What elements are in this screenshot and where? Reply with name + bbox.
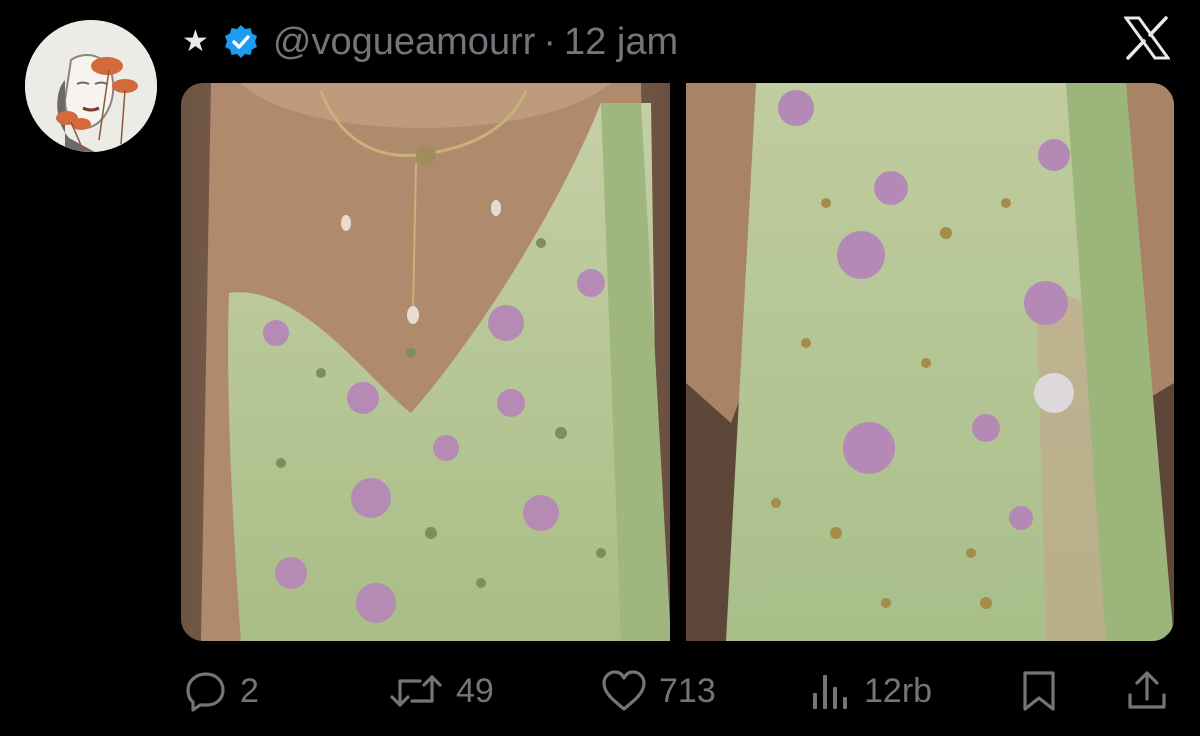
bookmark-icon	[1023, 671, 1055, 711]
reply-count: 2	[240, 671, 259, 710]
avatar-illustration	[25, 20, 157, 152]
share-icon	[1128, 671, 1166, 709]
separator-dot: ·	[543, 20, 557, 63]
share-button[interactable]	[1125, 660, 1169, 722]
author-handle[interactable]: @vogueamourr	[273, 21, 535, 64]
post-media[interactable]	[181, 83, 1174, 641]
x-logo-icon	[1123, 16, 1171, 60]
photo-bodice[interactable]	[181, 83, 670, 641]
repost-count: 49	[456, 671, 494, 710]
reply-button[interactable]: 2	[184, 660, 259, 722]
action-bar: 2 49 713 12rb	[0, 660, 1200, 722]
like-button[interactable]: 713	[601, 660, 716, 722]
post-header: ★ @vogueamourr · 12 jam	[182, 20, 678, 64]
heart-icon	[602, 670, 646, 711]
star-icon: ★	[182, 25, 209, 58]
repost-button[interactable]: 49	[388, 660, 494, 722]
analytics-icon	[813, 675, 847, 709]
views-count: 12rb	[864, 671, 933, 710]
reply-icon	[186, 672, 225, 712]
post-time[interactable]: 12 jam	[564, 21, 678, 64]
verified-badge-icon	[223, 24, 259, 60]
avatar[interactable]	[25, 20, 157, 152]
photo-skirt[interactable]	[686, 83, 1174, 641]
bookmark-button[interactable]	[1019, 660, 1059, 722]
like-count: 713	[659, 671, 716, 710]
repost-icon	[390, 675, 442, 707]
views-button[interactable]: 12rb	[810, 660, 932, 722]
